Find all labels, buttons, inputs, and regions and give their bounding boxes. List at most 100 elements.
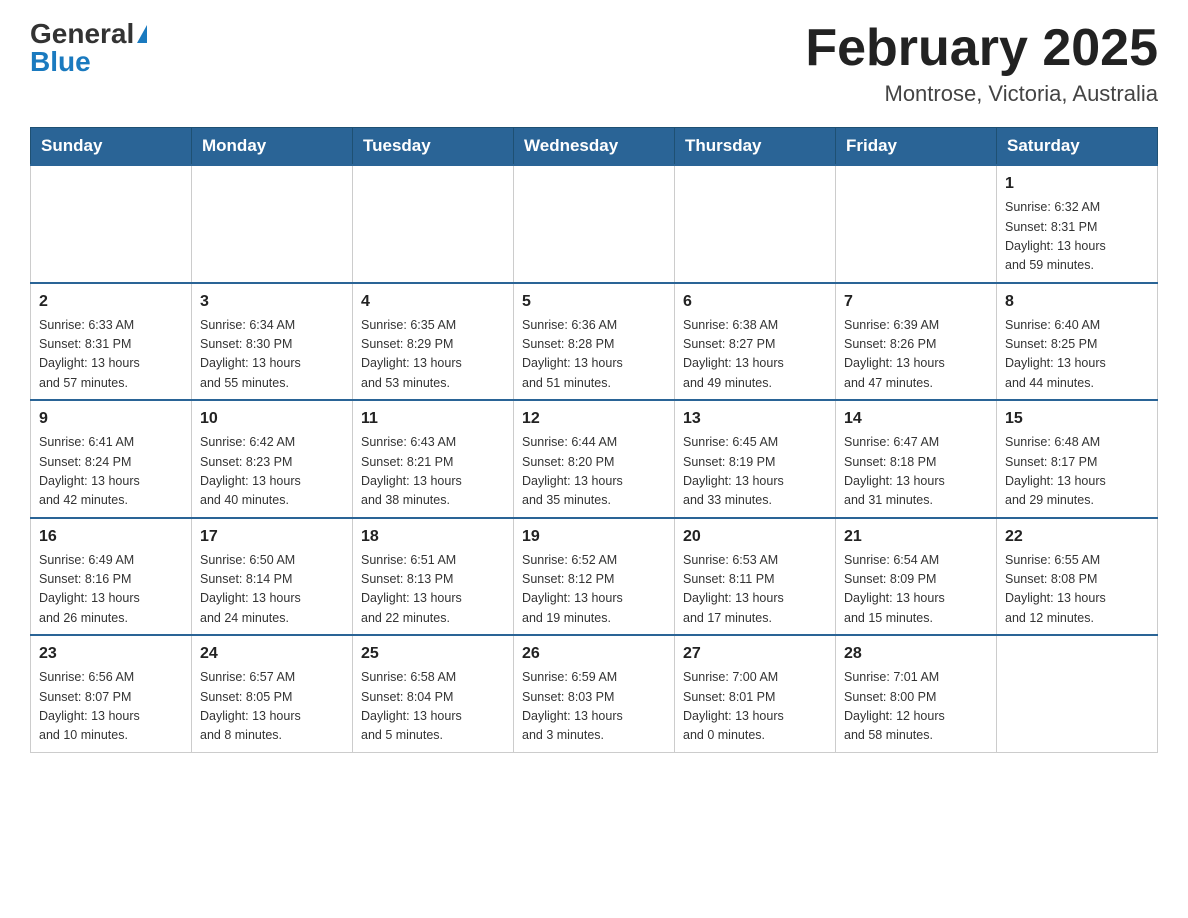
day-info-line: Sunset: 8:05 PM [200, 688, 344, 707]
day-info-line: Daylight: 13 hours [522, 707, 666, 726]
day-info-line: Sunrise: 6:41 AM [39, 433, 183, 452]
calendar-cell: 20Sunrise: 6:53 AMSunset: 8:11 PMDayligh… [675, 518, 836, 636]
day-info-line: and 55 minutes. [200, 374, 344, 393]
day-info-line: and 35 minutes. [522, 491, 666, 510]
day-info-line: Sunrise: 6:43 AM [361, 433, 505, 452]
day-info-line: and 31 minutes. [844, 491, 988, 510]
day-info-line: and 0 minutes. [683, 726, 827, 745]
day-info-line: and 10 minutes. [39, 726, 183, 745]
day-info-line: Daylight: 13 hours [39, 707, 183, 726]
calendar-cell: 14 Sunrise: 6:47 AMSunset: 8:18 PMDayligh… [836, 400, 997, 518]
day-info-line: Sunset: 8:14 PM [200, 570, 344, 589]
calendar-cell [997, 635, 1158, 752]
day-info-line: and 19 minutes. [522, 609, 666, 628]
day-info-line: Sunrise: 6:49 AM [39, 551, 183, 570]
day-info-line: and 49 minutes. [683, 374, 827, 393]
day-info-line: Sunset: 8:01 PM [683, 688, 827, 707]
day-info-line: Sunrise: 6:59 AM [522, 668, 666, 687]
day-info-line: Daylight: 13 hours [361, 589, 505, 608]
weekday-header-tuesday: Tuesday [353, 128, 514, 166]
day-info-line: and 44 minutes. [1005, 374, 1149, 393]
calendar-cell: 1Sunrise: 6:32 AMSunset: 8:31 PMDaylight… [997, 165, 1158, 283]
calendar-cell: 12Sunrise: 6:44 AMSunset: 8:20 PMDayligh… [514, 400, 675, 518]
calendar-cell: 3Sunrise: 6:34 AMSunset: 8:30 PMDaylight… [192, 283, 353, 401]
day-number: 14 [844, 407, 988, 431]
day-info-line: and 12 minutes. [1005, 609, 1149, 628]
day-info-line: and 29 minutes. [1005, 491, 1149, 510]
calendar-cell: 7Sunrise: 6:39 AMSunset: 8:26 PMDaylight… [836, 283, 997, 401]
day-number: 28 [844, 642, 988, 666]
calendar-cell: 23Sunrise: 6:56 AMSunset: 8:07 PMDayligh… [31, 635, 192, 752]
calendar-cell: 19Sunrise: 6:52 AMSunset: 8:12 PMDayligh… [514, 518, 675, 636]
day-number: 27 [683, 642, 827, 666]
day-info-line: Sunset: 8:19 PM [683, 453, 827, 472]
calendar-cell: 22 Sunrise: 6:55 AMSunset: 8:08 PMDayligh… [997, 518, 1158, 636]
day-number: 16 [39, 525, 183, 549]
day-number: 5 [522, 290, 666, 314]
weekday-header-friday: Friday [836, 128, 997, 166]
day-info-line: Daylight: 13 hours [361, 472, 505, 491]
location-title: Montrose, Victoria, Australia [805, 81, 1158, 107]
calendar-table: SundayMondayTuesdayWednesdayThursdayFrid… [30, 127, 1158, 753]
day-number: 15 [1005, 407, 1149, 431]
calendar-cell: 27Sunrise: 7:00 AMSunset: 8:01 PMDayligh… [675, 635, 836, 752]
calendar-week-row: 16Sunrise: 6:49 AMSunset: 8:16 PMDayligh… [31, 518, 1158, 636]
calendar-cell: 11Sunrise: 6:43 AMSunset: 8:21 PMDayligh… [353, 400, 514, 518]
day-info-line: and 15 minutes. [844, 609, 988, 628]
day-info-line: Daylight: 13 hours [683, 707, 827, 726]
logo-blue-text: Blue [30, 48, 91, 76]
day-number: 22 [1005, 525, 1149, 549]
day-info-line: Daylight: 13 hours [683, 354, 827, 373]
day-info-line: and 3 minutes. [522, 726, 666, 745]
day-info-line: Sunset: 8:18 PM [844, 453, 988, 472]
day-number: 4 [361, 290, 505, 314]
day-info-line: and 17 minutes. [683, 609, 827, 628]
day-info-line: and 42 minutes. [39, 491, 183, 510]
day-info-line: Sunrise: 6:52 AM [522, 551, 666, 570]
day-info-line: Sunrise: 6:47 AM [844, 433, 988, 452]
day-info-line: Sunrise: 6:44 AM [522, 433, 666, 452]
day-info-line: Daylight: 13 hours [683, 589, 827, 608]
day-info-line: Sunrise: 6:45 AM [683, 433, 827, 452]
day-info-line: Daylight: 13 hours [844, 472, 988, 491]
day-info-line: and 53 minutes. [361, 374, 505, 393]
day-info-line: Sunset: 8:08 PM [1005, 570, 1149, 589]
day-info-line: Daylight: 13 hours [39, 472, 183, 491]
day-info-line: Daylight: 13 hours [39, 589, 183, 608]
calendar-cell: 26Sunrise: 6:59 AMSunset: 8:03 PMDayligh… [514, 635, 675, 752]
day-info-line: Sunset: 8:00 PM [844, 688, 988, 707]
day-info-line: and 26 minutes. [39, 609, 183, 628]
weekday-header-sunday: Sunday [31, 128, 192, 166]
calendar-week-row: 9Sunrise: 6:41 AMSunset: 8:24 PMDaylight… [31, 400, 1158, 518]
day-info-line: Sunrise: 6:55 AM [1005, 551, 1149, 570]
logo-triangle-icon [137, 25, 147, 43]
day-info-line: and 51 minutes. [522, 374, 666, 393]
calendar-cell: 18Sunrise: 6:51 AMSunset: 8:13 PMDayligh… [353, 518, 514, 636]
day-number: 13 [683, 407, 827, 431]
day-info-line: and 22 minutes. [361, 609, 505, 628]
day-info-line: Sunset: 8:13 PM [361, 570, 505, 589]
calendar-cell: 13 Sunrise: 6:45 AMSunset: 8:19 PMDayligh… [675, 400, 836, 518]
day-info-line: Sunset: 8:20 PM [522, 453, 666, 472]
day-info-line: Sunrise: 6:48 AM [1005, 433, 1149, 452]
day-info-line: Sunrise: 6:56 AM [39, 668, 183, 687]
day-info-line: Daylight: 13 hours [1005, 589, 1149, 608]
day-info-line: Sunrise: 6:54 AM [844, 551, 988, 570]
calendar-cell: 25Sunrise: 6:58 AMSunset: 8:04 PMDayligh… [353, 635, 514, 752]
day-info-line: Sunrise: 7:01 AM [844, 668, 988, 687]
day-info-line: Sunrise: 6:36 AM [522, 316, 666, 335]
day-info-line: Sunset: 8:27 PM [683, 335, 827, 354]
day-info-line: Daylight: 13 hours [200, 354, 344, 373]
day-info-line: Daylight: 13 hours [522, 472, 666, 491]
day-info-line: Sunrise: 6:40 AM [1005, 316, 1149, 335]
day-info-line: Sunset: 8:29 PM [361, 335, 505, 354]
day-number: 25 [361, 642, 505, 666]
day-number: 9 [39, 407, 183, 431]
day-info-line: Sunset: 8:21 PM [361, 453, 505, 472]
calendar-cell [836, 165, 997, 283]
day-info-line: Daylight: 13 hours [361, 707, 505, 726]
day-info-line: Daylight: 12 hours [844, 707, 988, 726]
day-info-line: Daylight: 13 hours [683, 472, 827, 491]
day-info-line: Sunrise: 6:42 AM [200, 433, 344, 452]
day-info-line: Daylight: 13 hours [522, 589, 666, 608]
